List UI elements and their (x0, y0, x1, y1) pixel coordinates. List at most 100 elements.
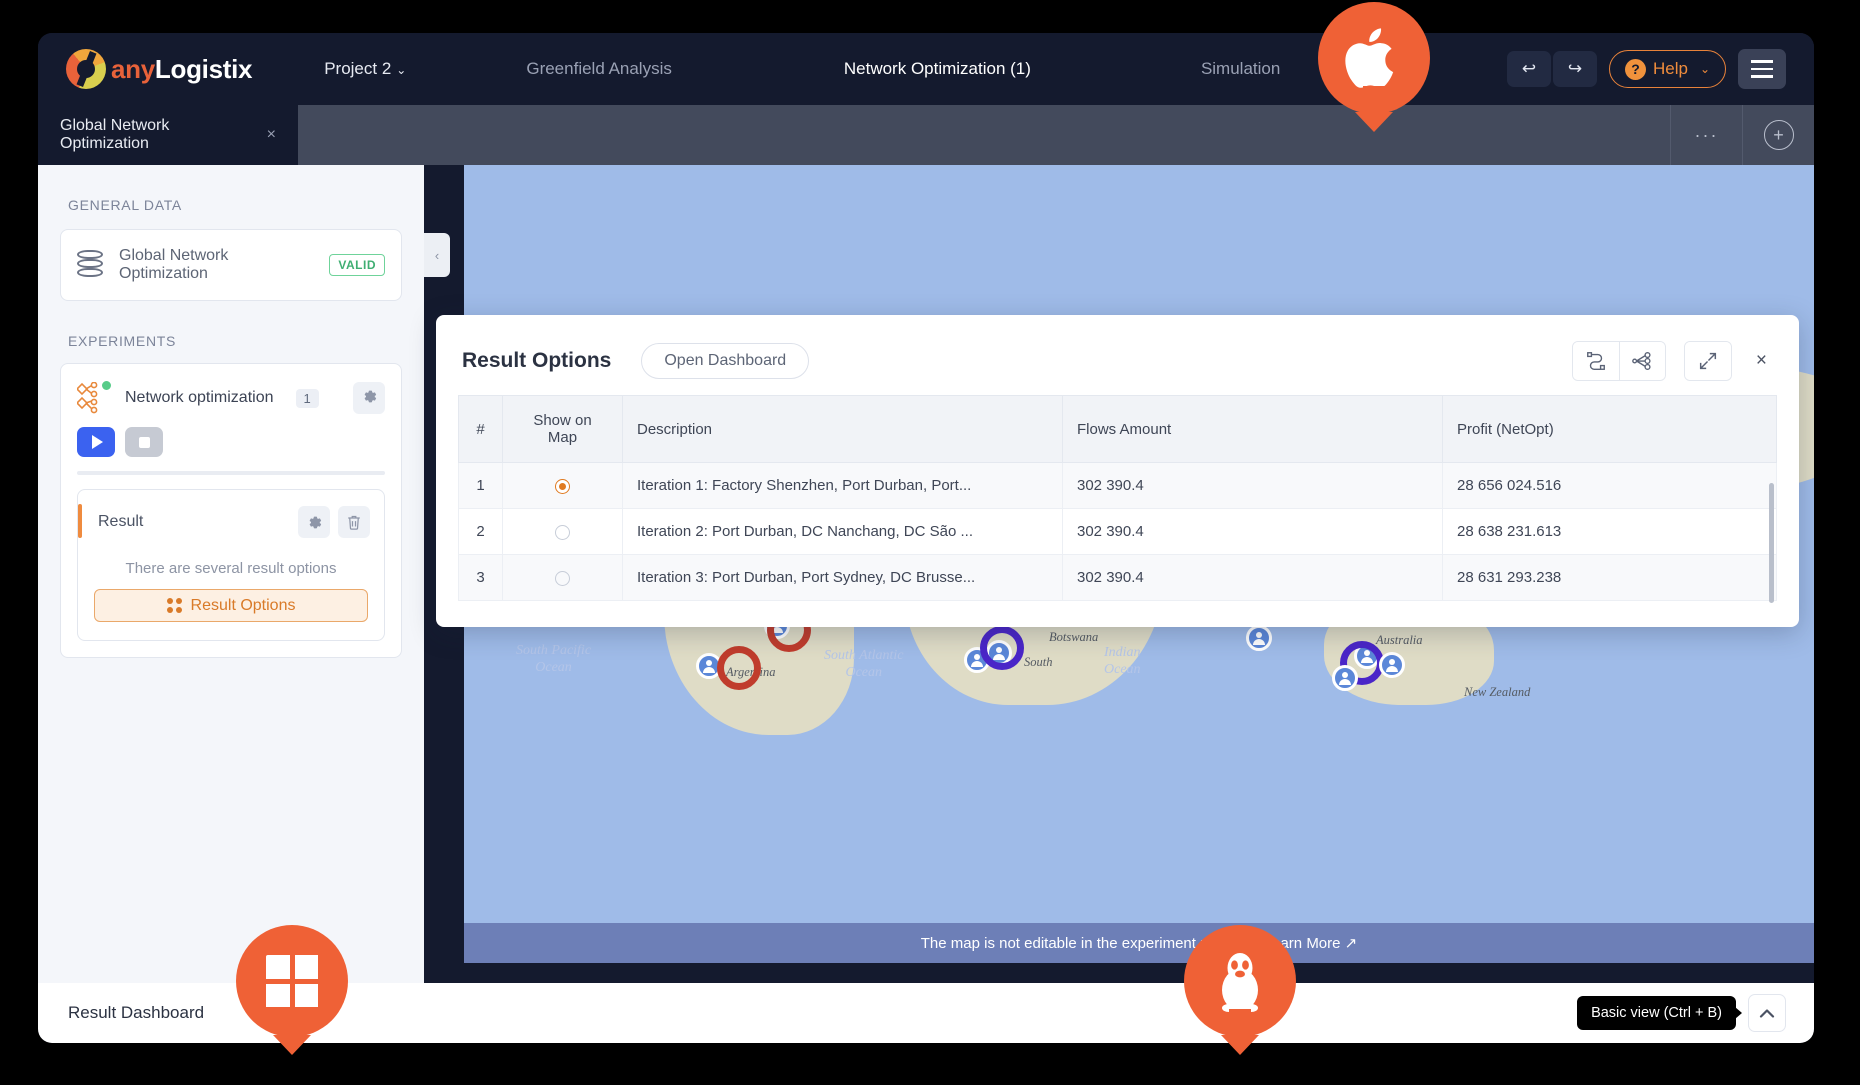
cell-show-on-map[interactable] (503, 555, 623, 601)
top-nav-actions: ↩ ↪ ? Help ⌄ (1507, 49, 1786, 89)
tab-global-network-optimization[interactable]: Global Network Optimization × (38, 105, 298, 165)
result-options-dialog: Result Options Open Dashboard (436, 315, 1799, 627)
chevron-down-icon: ⌄ (1700, 62, 1710, 76)
column-header-num[interactable]: # (459, 396, 503, 463)
network-graph-icon[interactable] (1619, 342, 1665, 380)
database-icon (77, 250, 103, 280)
hamburger-line (1751, 75, 1773, 78)
radio-show-on-map[interactable] (555, 571, 570, 586)
experiments-section-title: EXPERIMENTS (38, 301, 424, 349)
question-mark-icon: ? (1625, 59, 1646, 80)
stop-experiment-button[interactable] (125, 427, 163, 457)
column-header-flows-amount[interactable]: Flows Amount (1063, 396, 1443, 463)
column-header-description[interactable]: Description (623, 396, 1063, 463)
close-icon[interactable]: × (1750, 346, 1773, 376)
hamburger-menu-button[interactable] (1738, 49, 1786, 89)
customer-icon (703, 660, 716, 673)
cell-description: Iteration 3: Port Durban, Port Sydney, D… (623, 555, 1063, 601)
cell-flows-amount: 302 390.4 (1063, 463, 1443, 509)
cell-profit-netopt: 28 638 231.613 (1443, 509, 1777, 555)
expand-icon[interactable] (1685, 342, 1731, 380)
experiment-count-badge: 1 (296, 389, 319, 408)
table-body: 1Iteration 1: Factory Shenzhen, Port Dur… (459, 463, 1777, 601)
map-marker-ring-purple[interactable] (980, 626, 1024, 670)
network-optimization-icon (77, 382, 111, 414)
sidebar-collapse-button[interactable]: ‹ (424, 233, 450, 277)
redo-button[interactable]: ↪ (1553, 51, 1597, 87)
flow-route-icon[interactable] (1573, 342, 1619, 380)
run-experiment-button[interactable] (77, 427, 115, 457)
radio-show-on-map[interactable] (555, 525, 570, 540)
divider (77, 471, 385, 475)
hamburger-line (1751, 60, 1773, 63)
open-dashboard-button[interactable]: Open Dashboard (641, 343, 809, 379)
table-row[interactable]: 2Iteration 2: Port Durban, DC Nanchang, … (459, 509, 1777, 555)
bottom-bar-actions: Basic view (Ctrl + B) (1577, 994, 1786, 1032)
table-header-row: # Show on Map Description Flows Amount P… (459, 396, 1777, 463)
plus-icon: + (1764, 120, 1794, 150)
cell-show-on-map[interactable] (503, 509, 623, 555)
result-options-label: Result Options (191, 597, 296, 615)
dialog-header: Result Options Open Dashboard (436, 315, 1799, 407)
basic-view-toggle-button[interactable] (1748, 994, 1786, 1032)
experiment-name: Network optimization (125, 389, 274, 407)
chevron-up-icon (1759, 1008, 1775, 1019)
map-marker-customer[interactable] (1379, 652, 1405, 678)
close-icon[interactable]: × (267, 126, 276, 144)
column-header-show-on-map[interactable]: Show on Map (503, 396, 623, 463)
left-sidebar: GENERAL DATA Global Network Optimization… (38, 165, 424, 983)
table-scrollbar[interactable] (1769, 483, 1774, 603)
table-row[interactable]: 3Iteration 3: Port Durban, Port Sydney, … (459, 555, 1777, 601)
undo-button[interactable]: ↩ (1507, 51, 1551, 87)
result-settings-button[interactable] (298, 506, 330, 538)
map-marker-customer[interactable] (1332, 665, 1358, 691)
linux-platform-badge (1184, 925, 1296, 1037)
tab-overflow-button[interactable]: ··· (1670, 105, 1742, 165)
map-notice-bar: The map is not editable in the experimen… (464, 923, 1814, 963)
table-head: # Show on Map Description Flows Amount P… (459, 396, 1777, 463)
chevron-down-icon: ⌄ (396, 63, 406, 77)
dialog-expand-group (1684, 341, 1732, 381)
cell-description: Iteration 2: Port Durban, DC Nanchang, D… (623, 509, 1063, 555)
project-selector[interactable]: Project 2⌄ (314, 59, 416, 79)
general-data-section-title: GENERAL DATA (38, 165, 424, 213)
play-icon (92, 435, 103, 449)
cell-description: Iteration 1: Factory Shenzhen, Port Durb… (623, 463, 1063, 509)
customer-icon (1253, 632, 1266, 645)
app-logo[interactable]: anyLogistix (66, 49, 252, 89)
status-dot-icon (100, 379, 113, 392)
cell-profit-netopt: 28 631 293.238 (1443, 555, 1777, 601)
help-button[interactable]: ? Help ⌄ (1609, 50, 1726, 88)
result-card-header: Result (78, 490, 384, 544)
app-window: anyLogistix Project 2⌄ Greenfield Analys… (38, 33, 1814, 1043)
map-marker-customer[interactable] (1246, 625, 1272, 651)
result-card: Result There are several result options (77, 489, 385, 641)
add-tab-button[interactable]: + (1742, 105, 1814, 165)
table-row[interactable]: 1Iteration 1: Factory Shenzhen, Port Dur… (459, 463, 1777, 509)
nav-greenfield-analysis[interactable]: Greenfield Analysis (516, 59, 682, 79)
map-marker-ring-red[interactable] (717, 646, 761, 690)
logo-text-any: any (111, 54, 155, 84)
nav-simulation[interactable]: Simulation (1191, 59, 1290, 79)
grid-icon (167, 598, 182, 613)
apple-platform-badge (1318, 2, 1430, 114)
cell-show-on-map[interactable] (503, 463, 623, 509)
radio-show-on-map[interactable] (555, 479, 570, 494)
customer-icon (1339, 672, 1352, 685)
column-header-profit-netopt[interactable]: Profit (NetOpt) (1443, 396, 1777, 463)
nav-network-optimization[interactable]: Network Optimization (1) (834, 59, 1041, 79)
general-data-item[interactable]: Global Network Optimization VALID (60, 229, 402, 301)
result-options-table-wrapper[interactable]: # Show on Map Description Flows Amount P… (458, 395, 1777, 627)
result-delete-button[interactable] (338, 506, 370, 538)
experiment-card: Network optimization 1 (60, 363, 402, 658)
windows-platform-badge (236, 925, 348, 1037)
experiment-settings-button[interactable] (353, 382, 385, 414)
gear-icon (361, 388, 378, 408)
map-sea-label: South PacificOcean (516, 643, 591, 677)
result-card-actions (298, 506, 370, 538)
customer-icon (1386, 659, 1399, 672)
general-data-label: Global Network Optimization (119, 247, 313, 283)
result-options-button[interactable]: Result Options (94, 589, 368, 622)
help-label: Help (1653, 59, 1688, 79)
cell-flows-amount: 302 390.4 (1063, 555, 1443, 601)
